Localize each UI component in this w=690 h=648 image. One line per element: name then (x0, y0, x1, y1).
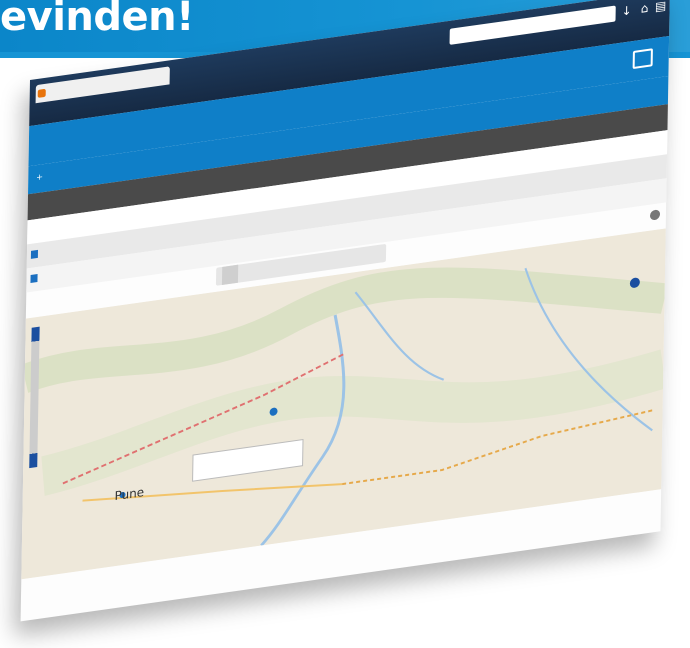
map[interactable]: Pune (21, 228, 666, 580)
browser-tab[interactable] (35, 66, 170, 104)
map-canvas (21, 228, 666, 580)
page: evinden! ↓ ⌂ ▤ + Pune (0, 0, 690, 648)
plus-icon[interactable]: + (36, 172, 43, 182)
view-tab-1[interactable] (221, 264, 239, 285)
row-checkbox[interactable] (30, 249, 39, 259)
browser-screenshot: ↓ ⌂ ▤ + Pune (20, 0, 670, 622)
banner-title: evinden! (0, 0, 194, 40)
row-checkbox[interactable] (30, 273, 38, 283)
bookmark-icon[interactable]: ▤ (654, 0, 668, 14)
chat-icon[interactable] (632, 48, 653, 70)
favicon-icon (37, 88, 46, 98)
refresh-icon[interactable] (649, 209, 661, 221)
download-icon[interactable]: ↓ (620, 3, 634, 19)
home-icon[interactable]: ⌂ (638, 0, 652, 16)
